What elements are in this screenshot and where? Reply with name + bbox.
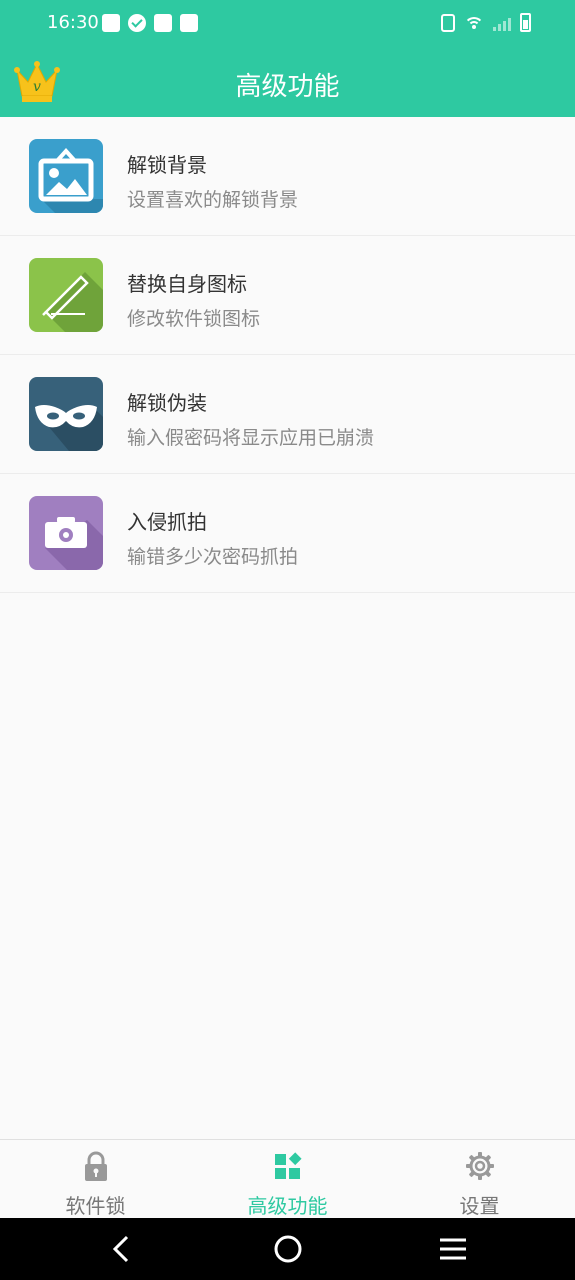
- bottom-navigation: 软件锁 高级功能 设置: [0, 1139, 575, 1218]
- system-navigation-bar: [0, 1218, 575, 1280]
- feature-item-intruder-capture[interactable]: 入侵抓拍 输错多少次密码抓拍: [0, 474, 575, 593]
- feature-description: 输错多少次密码抓拍: [127, 546, 299, 568]
- feature-description: 修改软件锁图标: [127, 308, 261, 330]
- feature-title: 解锁伪装: [127, 391, 207, 415]
- feature-title: 入侵抓拍: [127, 510, 207, 534]
- feature-description: 设置喜欢的解锁背景: [127, 189, 299, 211]
- home-icon[interactable]: [270, 1231, 306, 1267]
- feature-title: 替换自身图标: [127, 272, 247, 296]
- feature-title: 解锁背景: [127, 153, 207, 177]
- notification-icons: [102, 14, 198, 32]
- feature-item-replace-icon[interactable]: 替换自身图标 修改软件锁图标: [0, 236, 575, 355]
- tab-settings[interactable]: 设置: [384, 1140, 575, 1219]
- signal-icon: [493, 15, 511, 31]
- back-icon[interactable]: [103, 1231, 139, 1267]
- gear-icon: [465, 1152, 494, 1180]
- shopping-bag-icon: [102, 14, 120, 32]
- image-icon: [29, 139, 103, 213]
- check-circle-icon: [128, 14, 146, 32]
- status-bar: 16:30: [0, 0, 575, 48]
- tab-label: 高级功能: [247, 1194, 328, 1218]
- tab-advanced-features[interactable]: 高级功能: [192, 1140, 383, 1219]
- top-bar: 16:30 v 高级功能: [0, 0, 575, 117]
- camera-icon: [29, 496, 103, 570]
- vibrate-icon: [441, 13, 455, 32]
- pencil-icon: [29, 258, 103, 332]
- status-time: 16:30: [47, 12, 99, 33]
- mail-icon: [180, 14, 198, 32]
- grid-icon: [274, 1152, 302, 1179]
- system-status-icons: [441, 13, 531, 32]
- calendar-icon: [154, 14, 172, 32]
- mask-icon: [29, 377, 103, 451]
- feature-list: 解锁背景 设置喜欢的解锁背景 替换自身图标 修改软件锁图标 解锁伪装 输入假密码…: [0, 117, 575, 593]
- page-title: 高级功能: [235, 72, 340, 102]
- battery-icon: [520, 13, 531, 32]
- tab-label: 软件锁: [65, 1194, 126, 1218]
- tab-label: 设置: [459, 1194, 500, 1218]
- feature-description: 输入假密码将显示应用已崩溃: [127, 427, 375, 449]
- recents-menu-icon[interactable]: [435, 1231, 471, 1267]
- feature-item-unlock-background[interactable]: 解锁背景 设置喜欢的解锁背景: [0, 117, 575, 236]
- lock-icon: [84, 1151, 107, 1181]
- wifi-icon: [464, 15, 484, 31]
- tab-app-lock[interactable]: 软件锁: [0, 1140, 191, 1219]
- feature-item-unlock-disguise[interactable]: 解锁伪装 输入假密码将显示应用已崩溃: [0, 355, 575, 474]
